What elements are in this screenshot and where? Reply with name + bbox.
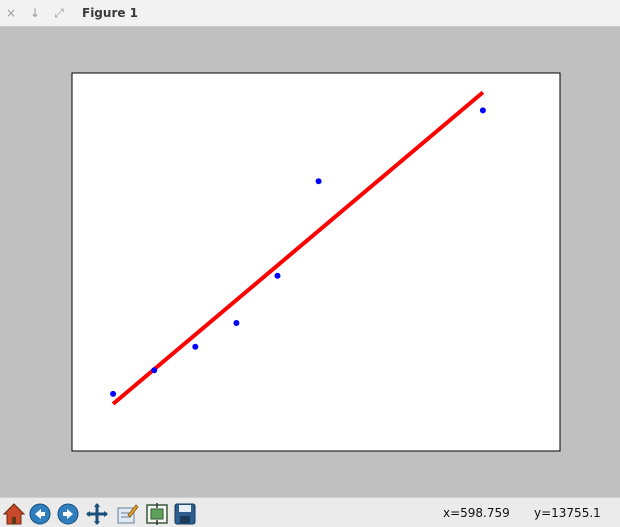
home-icon[interactable] xyxy=(2,502,26,526)
data-point-4 xyxy=(233,320,240,326)
configure-subplots-icon[interactable] xyxy=(145,502,169,526)
figure-canvas[interactable] xyxy=(0,28,620,496)
data-point-6 xyxy=(315,178,322,185)
data-point-2 xyxy=(151,367,158,374)
maximize-icon[interactable]: ⤢ xyxy=(52,5,66,21)
pan-icon[interactable] xyxy=(85,502,109,526)
data-point-3 xyxy=(192,343,199,350)
data-point-1 xyxy=(110,390,117,397)
save-icon[interactable] xyxy=(173,502,197,526)
navigation-toolbar: x=598.759 y=13755.1 xyxy=(0,497,620,527)
title-bar: × ↓ ⤢ Figure 1 xyxy=(0,0,620,27)
window-title: Figure 1 xyxy=(82,6,139,20)
axes-area[interactable] xyxy=(71,72,561,452)
minimize-icon[interactable]: ↓ xyxy=(28,5,42,21)
data-point-5 xyxy=(274,272,281,279)
back-icon[interactable] xyxy=(28,502,52,526)
forward-icon[interactable] xyxy=(56,502,80,526)
close-icon[interactable]: × xyxy=(4,5,18,21)
y-coordinate-readout: y=13755.1 xyxy=(534,506,601,520)
x-coordinate-readout: x=598.759 xyxy=(443,506,510,520)
edit-axes-icon[interactable] xyxy=(115,502,139,526)
plot-svg[interactable] xyxy=(0,28,620,496)
data-point-7 xyxy=(479,107,486,114)
